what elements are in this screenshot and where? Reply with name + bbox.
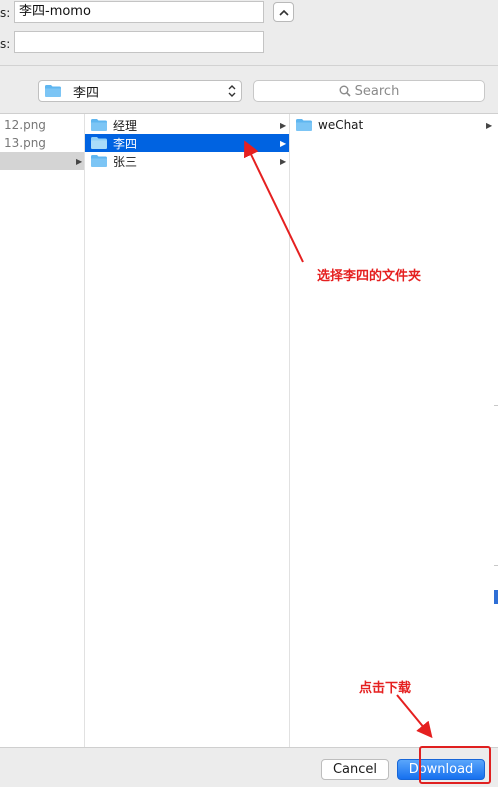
column-divider (289, 114, 290, 748)
list-item[interactable]: 13.png (0, 134, 84, 152)
folder-icon (91, 155, 107, 167)
chevron-right-icon: ▶ (76, 156, 83, 166)
folder-name: weChat (318, 118, 364, 132)
folder-name: 经理 (113, 118, 138, 133)
file-name: 12.png (4, 118, 46, 132)
chevron-up-icon (278, 9, 289, 16)
list-item[interactable]: 12.png (0, 116, 84, 134)
save-as-field[interactable]: 李四-momo (14, 1, 264, 23)
cancel-button[interactable]: Cancel (321, 759, 389, 780)
folder-row-zhangsan[interactable]: 张三 ▶ (85, 152, 289, 170)
background-fragment (494, 565, 498, 566)
folder-icon (45, 85, 61, 97)
save-as-value: 李四-momo (19, 4, 91, 19)
folder-row-jingli[interactable]: 经理 ▶ (85, 116, 289, 134)
search-placeholder: Search (354, 83, 400, 99)
download-highlight-box (419, 746, 491, 784)
folder-icon (296, 119, 312, 131)
folder-name: 张三 (113, 154, 138, 169)
folder-name: 李四 (113, 136, 138, 151)
location-popup-label: 李四 (73, 85, 100, 101)
header-divider (0, 65, 498, 66)
column-browser: 12.png 13.png ▶ 经理 ▶ 李四 ▶ 张三 ▶ weChat ▶ (0, 113, 498, 748)
location-popup[interactable]: 李四 (38, 80, 242, 102)
search-icon (339, 85, 351, 97)
save-as-label: s: (0, 6, 11, 20)
column-divider (84, 114, 85, 748)
chevron-right-icon: ▶ (486, 120, 493, 130)
collapse-button[interactable] (273, 2, 294, 22)
chevron-right-icon: ▶ (280, 156, 287, 166)
tags-field[interactable] (14, 31, 264, 53)
search-input[interactable]: Search (253, 80, 485, 102)
background-fragment (494, 590, 498, 604)
annotation-click-download: 点击下载 (359, 681, 412, 696)
folder-icon (91, 119, 107, 131)
updown-arrows-icon (228, 84, 236, 98)
annotation-select-folder: 选择李四的文件夹 (317, 269, 422, 284)
folder-icon (91, 137, 107, 149)
tags-label: s: (0, 37, 11, 51)
chevron-right-icon: ▶ (280, 120, 287, 130)
list-item-selected-parent[interactable]: ▶ (0, 152, 84, 170)
chevron-right-icon: ▶ (280, 138, 287, 148)
file-name: 13.png (4, 136, 46, 150)
background-fragment (494, 405, 498, 406)
folder-row-lisi[interactable]: 李四 ▶ (85, 134, 289, 152)
folder-row-wechat[interactable]: weChat ▶ (290, 116, 498, 134)
